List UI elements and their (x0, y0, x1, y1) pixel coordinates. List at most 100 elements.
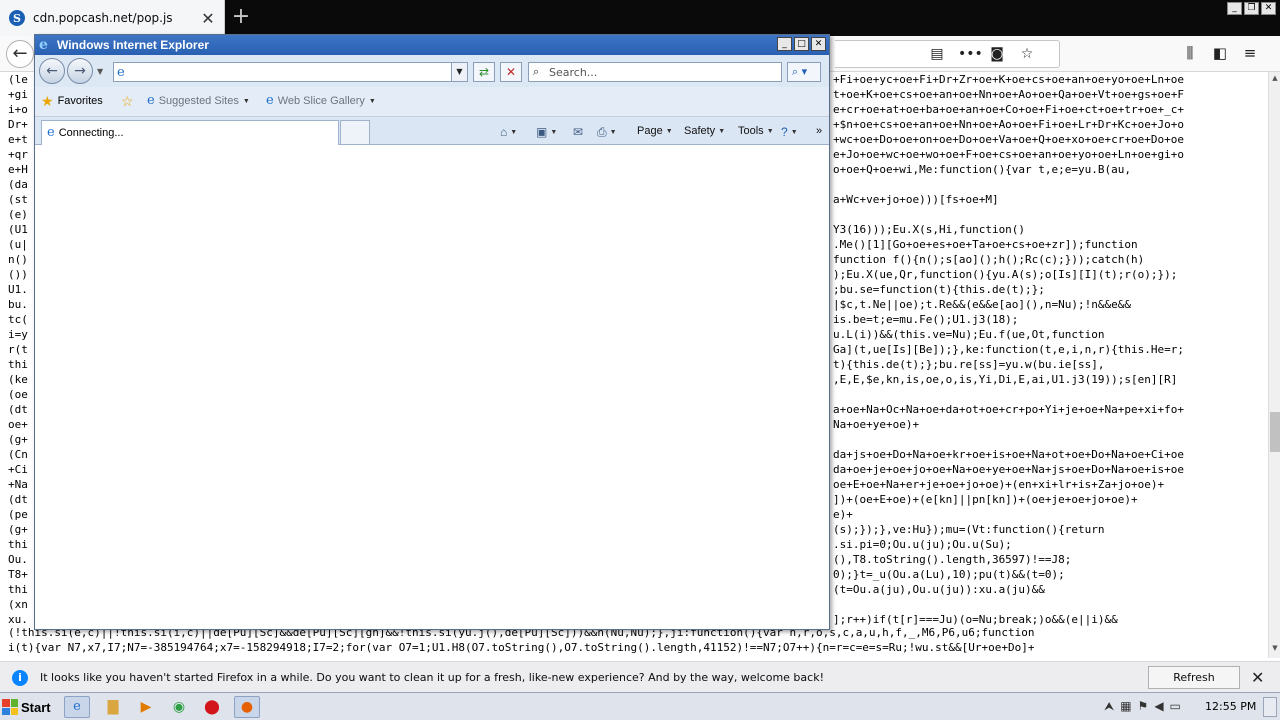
pocket-icon[interactable]: ◙ (988, 46, 1006, 62)
notification-bar: i It looks like you haven't started Fire… (0, 661, 1280, 705)
code-line: +Fi+oe+yc+oe+Fi+Dr+Zr+oe+K+oe+cs+oe+an+o… (833, 73, 1184, 86)
reader-view-icon[interactable]: ▤ (928, 46, 946, 62)
scroll-thumb[interactable] (1270, 412, 1280, 452)
ie-address-dropdown-icon[interactable]: ▼ (451, 63, 467, 81)
safety-menu-label: Safety (684, 125, 716, 137)
code-line: (t=Ou.a(ju),Ou.u(ju)):xu.a(ju)&& (833, 583, 1045, 596)
ie-new-tab-button[interactable] (340, 120, 370, 145)
tray-display-icon[interactable]: ▭ (1170, 699, 1181, 714)
taskbar: Start e ▇ ▶ ◉ ⬤ ● ⮝ ▦ ⚑ ◀ ▭ 12:55 PM (0, 692, 1280, 720)
tab-close-icon[interactable]: ✕ (200, 9, 216, 28)
back-arrow-icon[interactable]: ← (6, 40, 34, 68)
taskbar-firefox-icon[interactable]: ● (234, 696, 260, 718)
code-line: da+js+oe+Do+Na+oe+kr+oe+is+oe+Na+ot+oe+D… (833, 448, 1184, 461)
tray-network-icon[interactable]: ▦ (1120, 699, 1131, 714)
code-line: o+oe+Q+oe+wi,Me:function(){var t,e;e=yu.… (833, 163, 1132, 176)
ie-stop-icon[interactable]: ✕ (500, 62, 522, 82)
taskbar-ie-icon[interactable]: e (64, 696, 90, 718)
code-line: .si.pi=0;Ou.u(ju);Ou.u(Su); (833, 538, 1012, 551)
notification-close-icon[interactable]: ✕ (1251, 668, 1264, 687)
firefox-tab-bar: S cdn.popcash.net/pop.js ✕ + _ ❐ ✕ (0, 0, 1280, 36)
scroll-down-icon[interactable]: ▼ (1270, 644, 1280, 656)
print-button[interactable]: ⎙ ▼ (597, 125, 617, 140)
ie-tab-icon: e (47, 125, 55, 140)
start-button[interactable]: Start (2, 696, 56, 718)
favorites-button[interactable]: ★ Favorites (41, 94, 103, 108)
tray-flag-icon[interactable]: ⚑ (1138, 699, 1149, 714)
code-line: .Me()[1][Go+oe+es+oe+Ta+oe+cs+oe+zr]);fu… (833, 238, 1138, 251)
code-line: t){this.de(t);};bu.re[ss]=yu.w(bu.ie[ss]… (833, 358, 1105, 371)
taskbar-chrome-icon[interactable]: ◉ (166, 696, 192, 718)
tray-volume-icon[interactable]: ◀ (1154, 699, 1163, 714)
page-menu[interactable]: Page ▼ (637, 125, 673, 137)
code-line: ,E,E,$e,kn,is,oe,o,is,Yi,Di,E,ai,U1.j3(1… (833, 373, 1178, 386)
library-icon[interactable]: ⫼ (1180, 44, 1200, 62)
firefox-tab[interactable]: S cdn.popcash.net/pop.js ✕ (0, 0, 225, 36)
taskbar-media-player-icon[interactable]: ▶ (133, 696, 159, 718)
ie-refresh-icon[interactable]: ⇄ (473, 62, 495, 82)
suggested-sites-link[interactable]: e Suggested Sites ▼ (147, 93, 250, 108)
ie-favorites-bar: ★ Favorites ☆ e Suggested Sites ▼ e Web … (35, 87, 829, 117)
web-slice-gallery-link[interactable]: e Web Slice Gallery ▼ (266, 94, 376, 107)
code-line: ;bu.se=function(t){this.de(t);}; (833, 283, 1045, 296)
feeds-button[interactable]: ▣ ▼ (536, 125, 557, 139)
clock[interactable]: 12:55 PM (1205, 700, 1256, 713)
ie-close-button[interactable]: ✕ (811, 37, 826, 51)
ie-back-icon[interactable]: ← (39, 58, 65, 84)
code-line: +wc+oe+Do+oe+on+oe+Do+oe+Va+oe+Q+oe+xo+o… (833, 133, 1184, 146)
close-button[interactable]: ✕ (1261, 2, 1276, 15)
code-line: (wu.st217:1E))r[Bc+oe+Oc]26.ei(6/(wr()),… (8, 655, 1263, 658)
bookmark-star-icon[interactable]: ☆ (1018, 46, 1036, 62)
home-button[interactable]: ⌂ ▼ (500, 125, 517, 139)
code-line: t+oe+K+oe+cs+oe+an+oe+Nn+oe+Ao+oe+Qa+oe+… (833, 88, 1184, 101)
windows-flag-icon (2, 699, 18, 715)
tray-arrow-icon[interactable]: ⮝ (1104, 699, 1114, 714)
taskbar-explorer-icon[interactable]: ▇ (100, 696, 126, 718)
ie-window-title: Windows Internet Explorer (57, 38, 209, 52)
vertical-scrollbar[interactable]: ▲ ▼ (1268, 72, 1280, 658)
new-tab-button[interactable]: + (228, 4, 254, 30)
minimize-button[interactable]: _ (1227, 2, 1242, 15)
ie-minimize-button[interactable]: _ (777, 37, 792, 51)
page-menu-label: Page (637, 125, 663, 137)
ie-tab[interactable]: e Connecting... (41, 120, 339, 145)
menu-icon[interactable]: ≡ (1240, 44, 1260, 62)
tab-title: cdn.popcash.net/pop.js (33, 11, 173, 25)
tools-menu[interactable]: Tools ▼ (738, 125, 774, 137)
ie-search-provider-icon: ⌕ (533, 65, 540, 78)
add-favorite-icon: ☆ (121, 93, 134, 109)
code-line: ])+(oe+E+oe)+(e[kn]||pn[kn])+(oe+je+oe+j… (833, 493, 1138, 506)
ie-page-icon: e (117, 65, 125, 80)
ie-title-bar[interactable]: e Windows Internet Explorer _ □ ✕ (35, 35, 829, 55)
add-favorites-button[interactable]: ☆ (121, 93, 134, 109)
refresh-firefox-button[interactable]: Refresh Firefox... (1148, 666, 1240, 705)
notification-message: It looks like you haven't started Firefo… (40, 671, 824, 684)
taskbar-opera-icon[interactable]: ⬤ (199, 696, 225, 718)
home-icon: ⌂ (500, 125, 508, 139)
toolbar-overflow-icon[interactable]: » (816, 125, 822, 137)
help-button[interactable]: ? ▼ (781, 125, 798, 139)
read-mail-button[interactable]: ✉ (573, 125, 583, 139)
maximize-button[interactable]: ❐ (1244, 2, 1259, 15)
ie-search-box[interactable]: ⌕ Search... (528, 62, 782, 82)
ie-forward-icon[interactable]: → (67, 58, 93, 84)
code-line: e+Jo+oe+wc+oe+wo+oe+F+oe+cs+oe+an+oe+yo+… (833, 148, 1184, 161)
ie-history-dropdown-icon[interactable]: ▼ (97, 67, 103, 76)
page-actions-icon[interactable]: ••• (958, 46, 983, 62)
tab-favicon-icon: S (9, 10, 25, 26)
ie-tab-title: Connecting... (58, 127, 124, 139)
ie-tab-row: e Connecting... ⌂ ▼ ▣ ▼ ✉ ⎙ ▼ Page ▼ Safety ▼… (35, 117, 829, 145)
ie-maximize-button[interactable]: □ (794, 37, 809, 51)
start-label: Start (21, 699, 51, 715)
show-desktop-button[interactable] (1263, 697, 1277, 717)
ie-address-bar[interactable]: e ▼ (113, 62, 468, 82)
ie-search-button[interactable]: ⌕ ▾ (787, 62, 821, 82)
code-line: a+oe+Na+Oc+Na+oe+da+ot+oe+cr+po+Yi+je+oe… (833, 403, 1184, 416)
suggested-sites-icon: e (147, 93, 155, 108)
safety-menu[interactable]: Safety ▼ (684, 125, 725, 137)
ie-page-area[interactable] (35, 145, 829, 629)
ie-logo-icon: e (39, 37, 48, 53)
sidebar-icon[interactable]: ◧ (1210, 44, 1230, 62)
scroll-up-icon[interactable]: ▲ (1270, 74, 1280, 86)
